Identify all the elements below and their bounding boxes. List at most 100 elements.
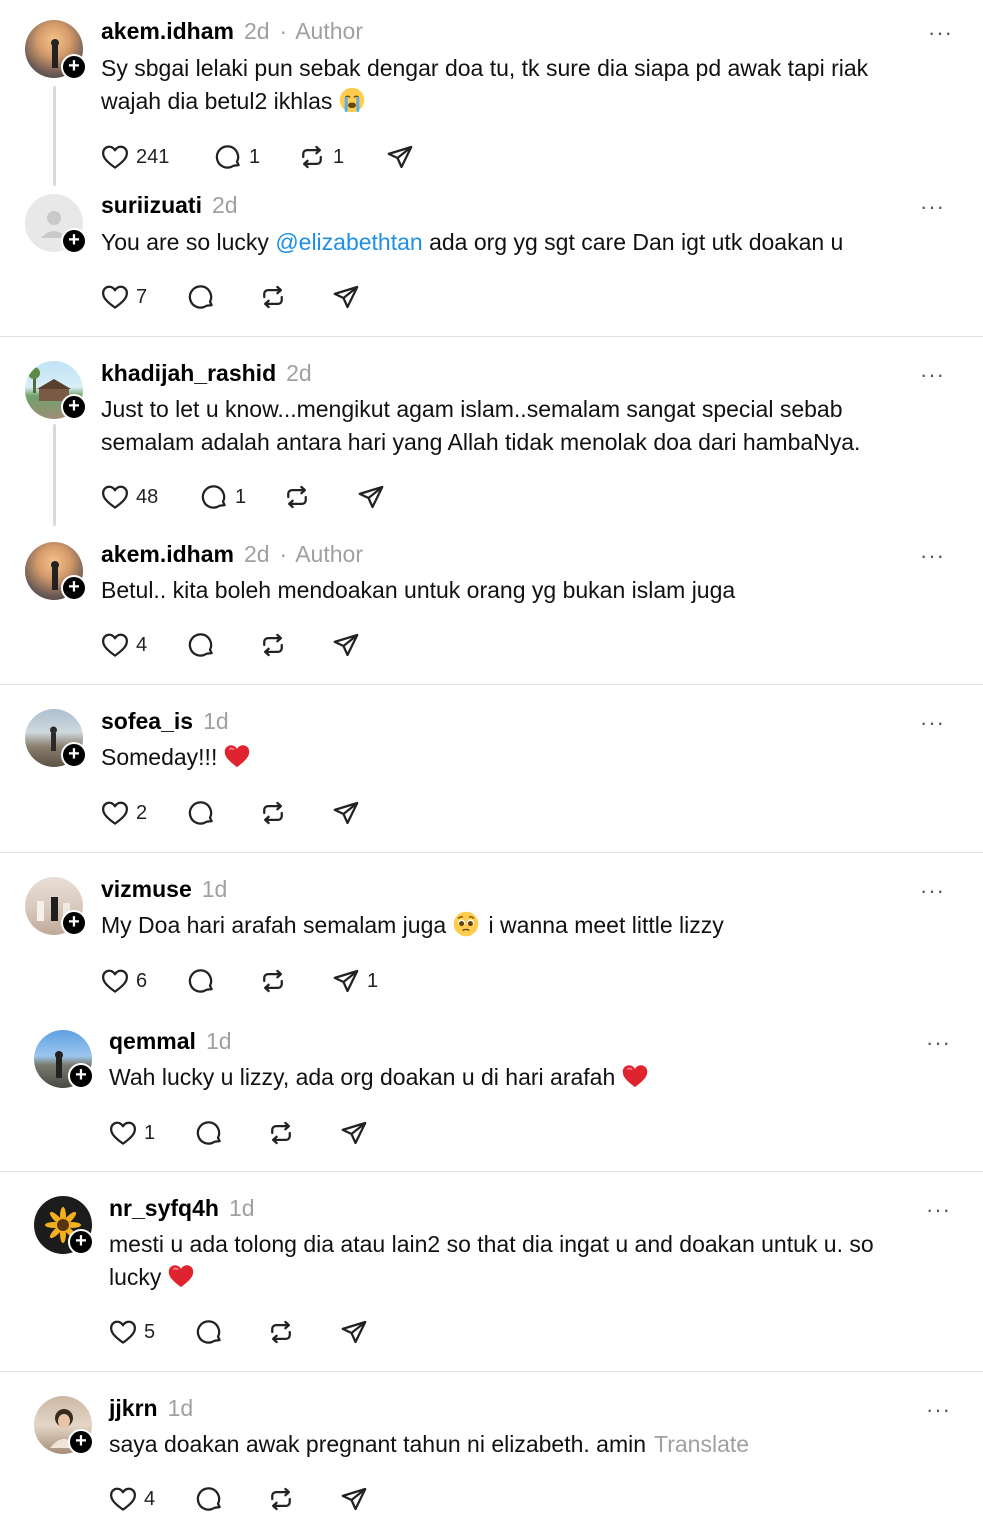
reply-button[interactable] [186,796,216,830]
share-button[interactable] [339,1315,369,1349]
username[interactable]: akem.idham [101,18,234,44]
like-button[interactable]: 48 [100,480,158,514]
repost-button[interactable] [266,1116,296,1150]
crying-face-emoji-icon [338,86,366,114]
like-button[interactable]: 2 [100,796,147,830]
share-button[interactable] [331,628,361,662]
separator-dot: · [279,541,288,567]
follow-plus-icon[interactable]: + [68,1429,94,1455]
share-button[interactable] [356,480,386,514]
username[interactable]: akem.idham [101,541,234,567]
comment-text-content: Sy sbgai lelaki pun sebak dengar doa tu,… [101,55,869,114]
follow-plus-icon[interactable]: + [61,394,87,420]
comment-post[interactable]: + akem.idham 2d · Author ··· Sy sbgai lelak… [0,0,983,190]
username[interactable]: jjkrn [109,1395,158,1421]
repost-icon [297,142,327,172]
follow-plus-icon[interactable]: + [68,1229,94,1255]
more-icon[interactable]: ··· [920,545,945,567]
like-button[interactable]: 241 [100,140,169,174]
share-button[interactable] [331,280,361,314]
follow-plus-icon[interactable]: + [61,54,87,80]
repost-button[interactable] [266,1315,296,1349]
reply-count: 1 [235,485,247,508]
heart-icon [100,966,130,996]
comment-post[interactable]: + nr_syfq4h 1d ··· mesti u ada tolong dia… [0,1172,983,1371]
comment-post[interactable]: + vizmuse 1d ··· My Doa hari arafah semal… [0,853,983,1013]
username[interactable]: sofea_is [101,708,193,734]
like-button[interactable]: 4 [100,628,147,662]
repost-button[interactable] [258,964,288,998]
repost-button[interactable] [258,628,288,662]
timestamp: 1d [203,708,229,734]
like-button[interactable]: 1 [108,1116,155,1150]
repost-button[interactable] [266,1482,296,1516]
reply-button[interactable] [194,1315,224,1349]
repost-button[interactable] [282,480,312,514]
comment-post[interactable]: + khadijah_rashid 2d ··· Just to let u kn… [0,337,983,527]
more-icon[interactable]: ··· [926,1199,951,1221]
comment-post[interactable]: + sofea_is 1d ··· Someday!!! 2 [0,685,983,852]
comment-post[interactable]: + jjkrn 1d ··· saya doakan awak pregnant … [0,1372,983,1536]
follow-plus-icon[interactable]: + [61,910,87,936]
mention-link[interactable]: @elizabethtan [275,229,422,255]
reply-button[interactable]: 1 [199,480,246,514]
share-button[interactable] [385,140,415,174]
comment-text-content: ada org yg sgt care Dan igt utk doakan u [422,229,844,255]
like-count: 7 [136,285,148,308]
like-button[interactable]: 5 [108,1315,155,1349]
more-icon[interactable]: ··· [920,364,945,386]
send-icon [385,142,415,172]
share-button[interactable] [339,1116,369,1150]
comment-post[interactable]: + suriizuati 2d ··· You are so lucky @eli… [0,190,983,336]
like-button[interactable]: 7 [100,280,147,314]
comment-text: Sy sbgai lelaki pun sebak dengar doa tu,… [101,52,931,118]
comment-post[interactable]: + akem.idham 2d · Author ··· Betul.. kita b… [0,527,983,684]
like-button[interactable]: 4 [108,1482,155,1516]
send-icon [339,1118,369,1148]
more-icon[interactable]: ··· [920,712,945,734]
red-heart-emoji-icon [167,1262,195,1290]
author-badge: Author [295,18,363,44]
repost-button[interactable] [258,796,288,830]
separator-dot: · [279,18,288,44]
share-button[interactable] [331,796,361,830]
comment-icon [213,142,243,172]
repost-button[interactable] [258,280,288,314]
reply-button[interactable] [186,964,216,998]
more-icon[interactable]: ··· [926,1032,951,1054]
reply-button[interactable] [186,628,216,662]
more-icon[interactable]: ··· [920,196,945,218]
share-button[interactable]: 1 [331,964,378,998]
repost-icon [258,282,288,312]
red-heart-emoji-icon [223,742,251,770]
comment-icon [186,966,216,996]
more-icon[interactable]: ··· [920,880,945,902]
reply-button[interactable]: 1 [213,140,260,174]
more-icon[interactable]: ··· [928,22,953,44]
reply-button[interactable] [194,1482,224,1516]
username[interactable]: suriizuati [101,192,202,218]
follow-plus-icon[interactable]: + [61,228,87,254]
reply-button[interactable] [194,1116,224,1150]
translate-link[interactable]: Translate [654,1431,749,1457]
comment-icon [186,630,216,660]
share-button[interactable] [339,1482,369,1516]
timestamp: 1d [201,876,228,902]
username[interactable]: nr_syfq4h [109,1195,219,1221]
comment-text-content: Someday!!! [101,744,218,770]
comment-post[interactable]: + qemmal 1d ··· Wah lucky u lizzy, ada or… [0,1013,983,1171]
follow-plus-icon[interactable]: + [61,742,87,768]
follow-plus-icon[interactable]: + [68,1063,94,1089]
send-icon [331,798,361,828]
repost-button[interactable]: 1 [297,140,344,174]
username[interactable]: qemmal [109,1028,196,1054]
reply-button[interactable] [186,280,216,314]
send-icon [331,966,361,996]
more-icon[interactable]: ··· [926,1399,951,1421]
heart-icon [100,482,130,512]
username[interactable]: vizmuse [101,876,192,902]
follow-plus-icon[interactable]: + [61,575,87,601]
comment-text: You are so lucky @elizabethtan ada org y… [101,226,931,259]
username[interactable]: khadijah_rashid [101,360,276,386]
like-button[interactable]: 6 [100,964,147,998]
